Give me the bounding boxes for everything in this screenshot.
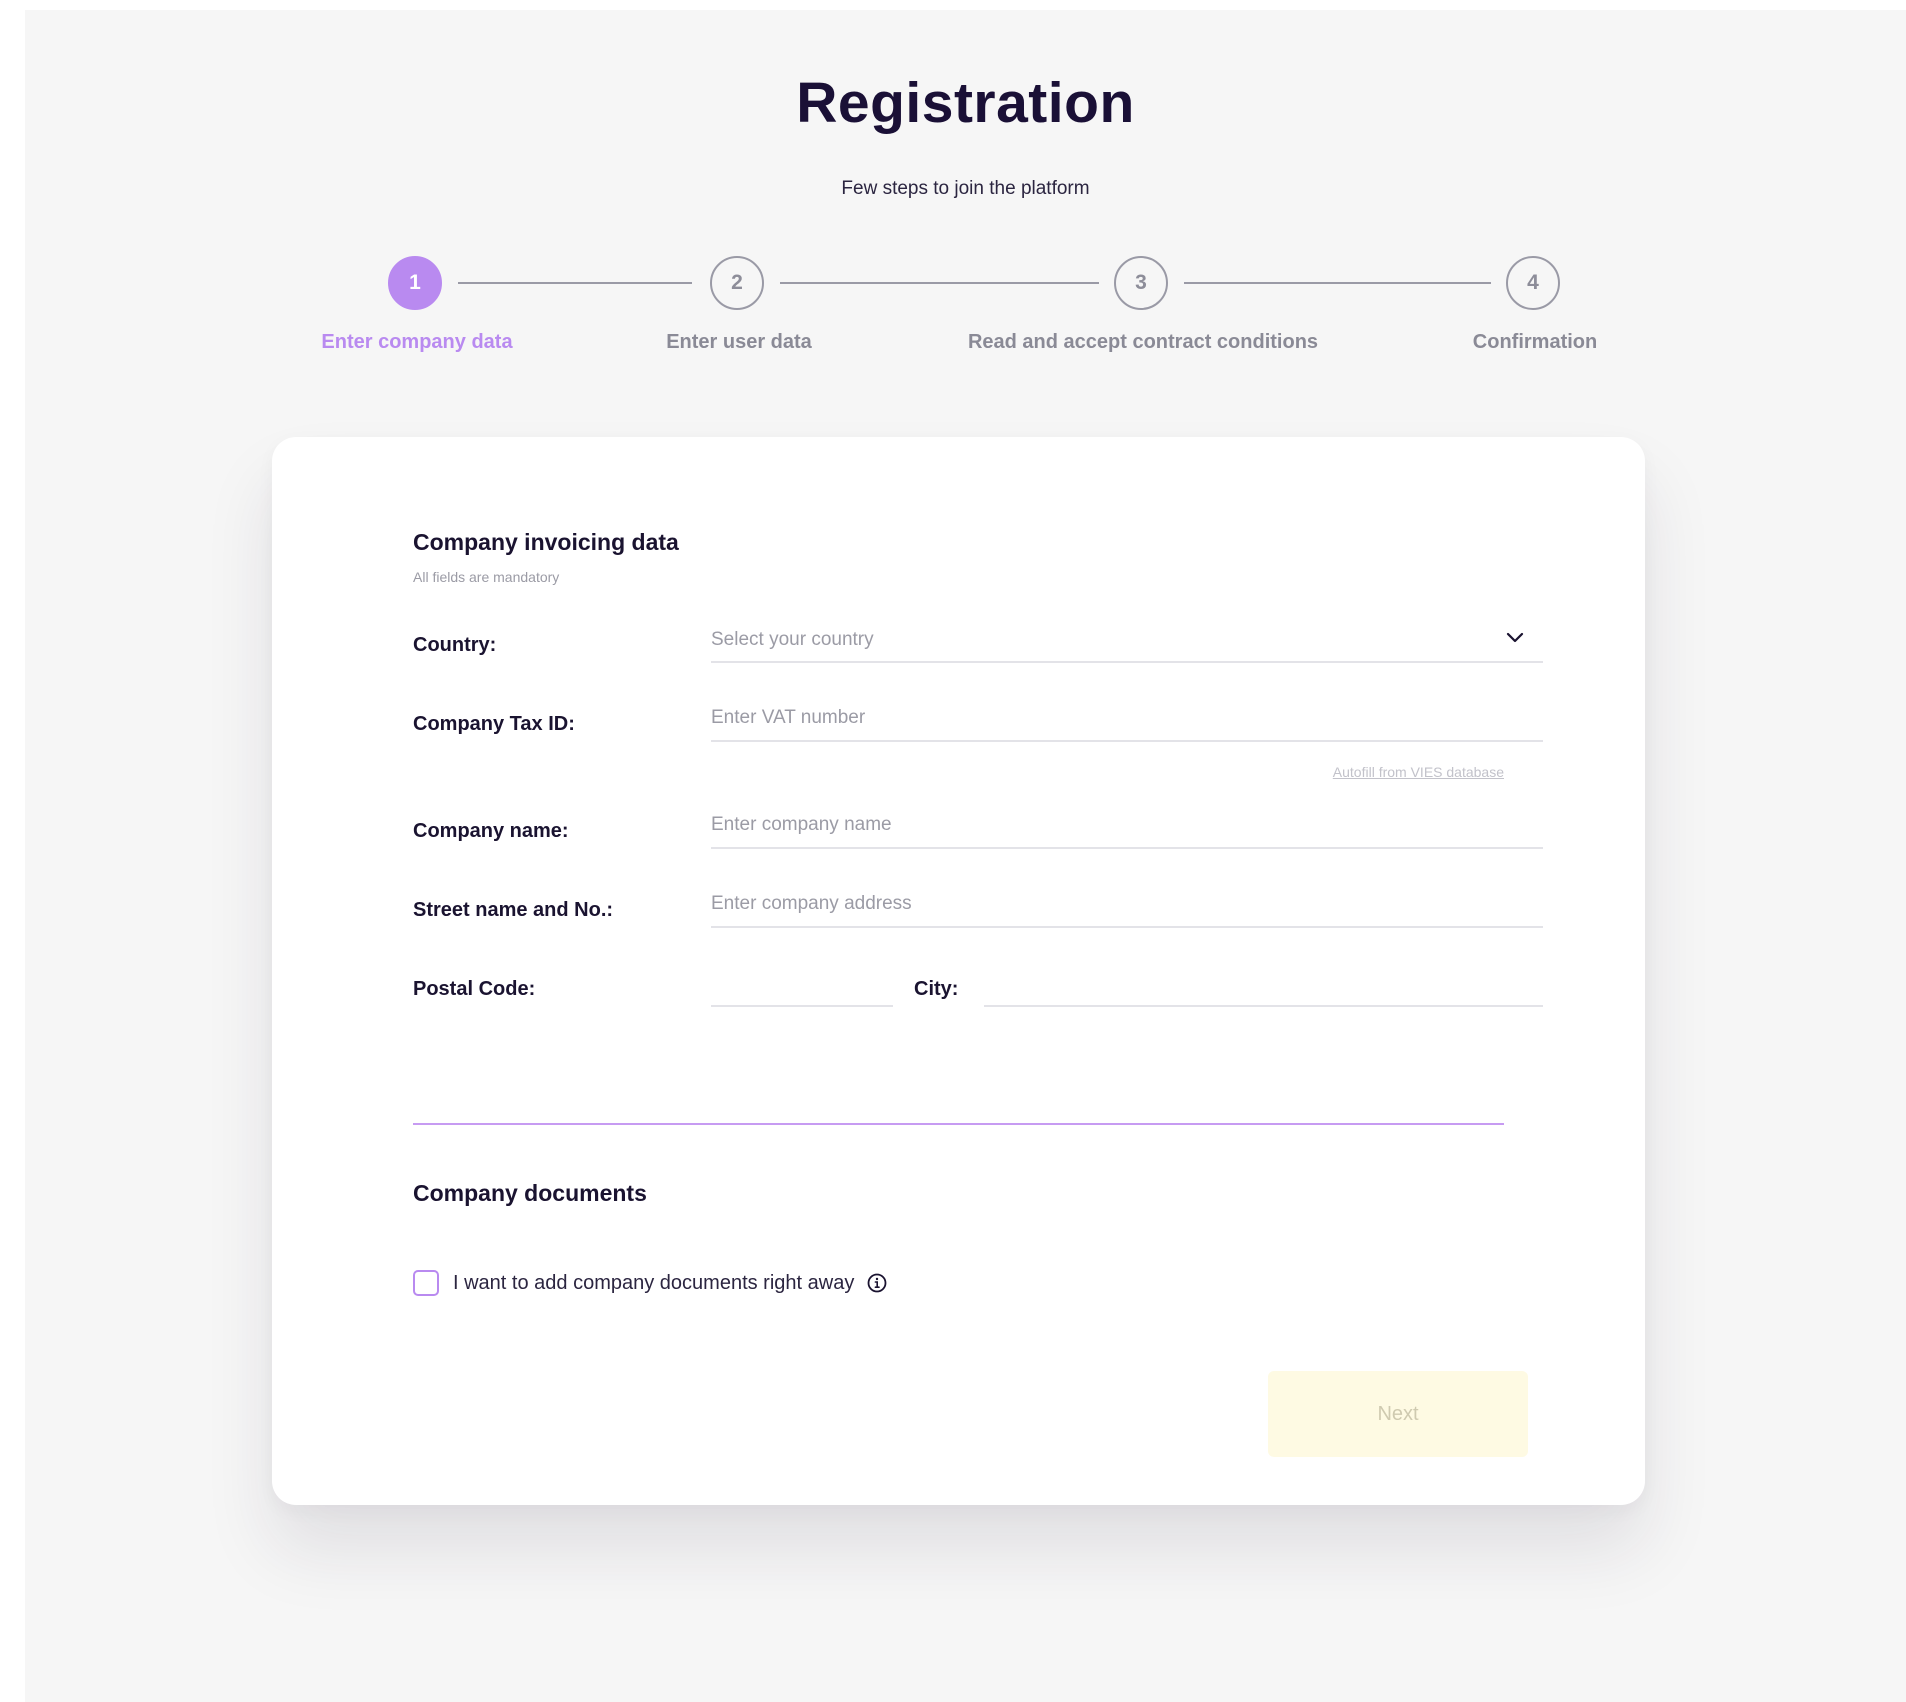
country-select-value: Select your country [711, 629, 874, 650]
page-title: Registration [796, 71, 1135, 135]
invoicing-section-title: Company invoicing data [413, 529, 679, 555]
step-connector [458, 282, 692, 284]
country-label: Country: [413, 634, 497, 656]
registration-page: Registration Few steps to join the platf… [25, 10, 1906, 1702]
next-button[interactable]: Next [1268, 1371, 1528, 1457]
step-3-indicator: 3 [1114, 256, 1168, 310]
step-1-indicator: 1 [388, 256, 442, 310]
street-input[interactable] [711, 882, 1543, 928]
city-input[interactable] [984, 961, 1543, 1007]
chevron-down-icon [1506, 632, 1524, 643]
page-subtitle: Few steps to join the platform [841, 178, 1090, 199]
section-divider [413, 1123, 1504, 1125]
info-icon[interactable] [866, 1272, 888, 1294]
tax-id-input[interactable] [711, 696, 1543, 742]
step-4-label: Confirmation [1472, 331, 1598, 353]
step-connector [780, 282, 1099, 284]
step-4-indicator: 4 [1506, 256, 1560, 310]
country-select[interactable]: Select your country [711, 617, 1543, 663]
documents-checkbox-row: I want to add company documents right aw… [413, 1269, 888, 1297]
step-connector [1184, 282, 1491, 284]
postal-code-label: Postal Code: [413, 978, 536, 1000]
documents-section-title: Company documents [413, 1180, 647, 1206]
autofill-vies-link[interactable]: Autofill from VIES database [1333, 764, 1504, 780]
step-2-label: Enter user data [666, 331, 812, 353]
registration-form-card: Company invoicing data All fields are ma… [272, 437, 1645, 1505]
company-name-label: Company name: [413, 820, 569, 842]
tax-id-label: Company Tax ID: [413, 713, 575, 735]
step-3-label: Read and accept contract conditions [967, 331, 1319, 353]
company-name-input[interactable] [711, 803, 1543, 849]
postal-code-input[interactable] [711, 961, 893, 1007]
documents-checkbox-label[interactable]: I want to add company documents right aw… [453, 1272, 854, 1295]
city-label: City: [914, 978, 959, 1000]
step-2-indicator: 2 [710, 256, 764, 310]
documents-checkbox[interactable] [413, 1270, 439, 1296]
mandatory-note: All fields are mandatory [413, 569, 560, 585]
street-label: Street name and No.: [413, 899, 614, 921]
step-1-label: Enter company data [321, 331, 513, 353]
